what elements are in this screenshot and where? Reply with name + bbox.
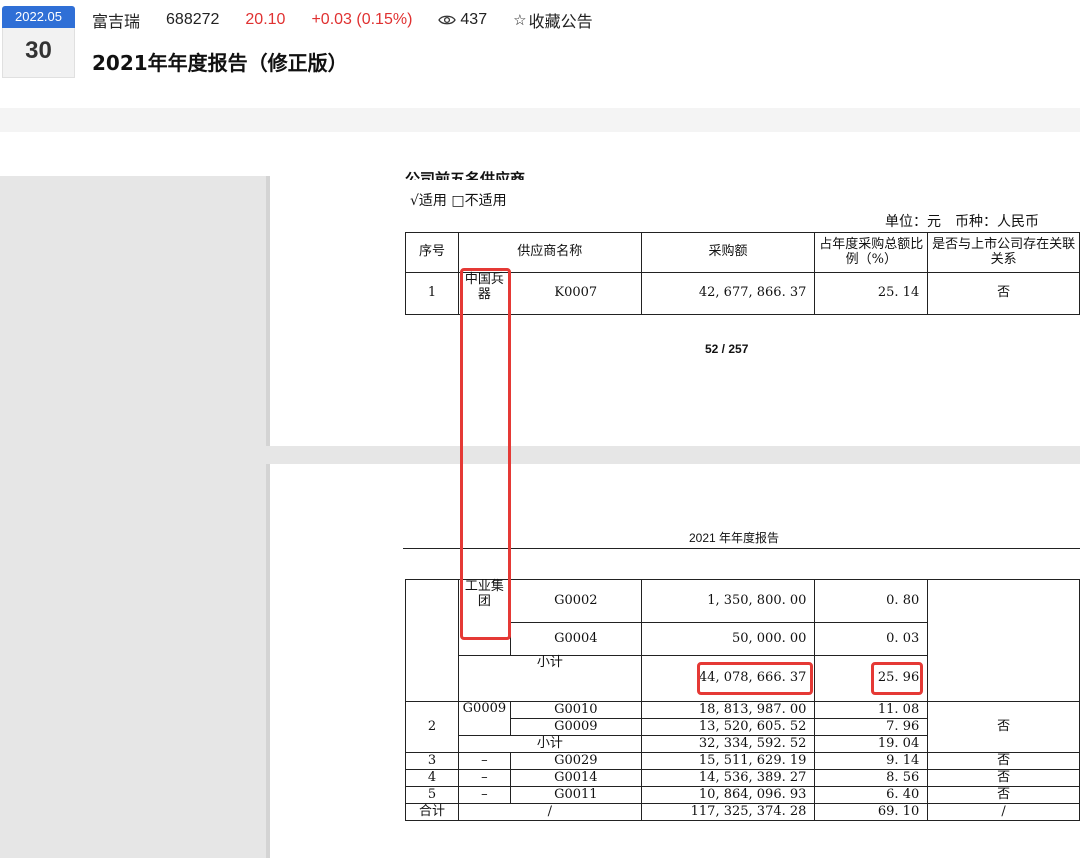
unit-line: 单位：元 币种：人民币 xyxy=(885,214,1039,230)
cell-group: – xyxy=(457,752,511,770)
cell-group: – xyxy=(457,786,511,804)
cell-amount: 10, 864, 096. 93 xyxy=(640,786,816,804)
page-edge xyxy=(266,464,270,858)
cell-code: G0009 xyxy=(509,718,642,736)
cell-group: / xyxy=(457,803,642,821)
cell-no xyxy=(405,579,459,702)
cell-amount: 13, 520, 605. 52 xyxy=(640,718,816,736)
cell-pct: 0. 03 xyxy=(814,622,929,656)
cell-pct: 8. 56 xyxy=(814,769,929,787)
page-gap xyxy=(268,446,1080,464)
cell-code: G0011 xyxy=(509,786,642,804)
stock-price: 20.10 xyxy=(245,11,286,28)
date-badge: 2022.05 30 xyxy=(2,6,75,78)
cell-group: – xyxy=(457,769,511,787)
cell-related: 否 xyxy=(927,752,1080,770)
date-month: 2022.05 xyxy=(2,6,75,28)
table-row: 3 – G0029 15, 511, 629. 19 9. 14 否 xyxy=(405,752,1080,770)
cell-pct: 69. 10 xyxy=(814,803,929,821)
cell-pct: 7. 96 xyxy=(814,718,929,736)
header-cell: 是否与上市公司存在关联关系 xyxy=(927,232,1080,273)
price-change: +0.03 (0.15%) xyxy=(311,11,413,28)
cell-no: 2 xyxy=(405,701,459,753)
toolbar-strip xyxy=(0,108,1080,132)
cell-amount: 14, 536, 389. 27 xyxy=(640,769,816,787)
cell-code: G0029 xyxy=(509,752,642,770)
cell-subtotal-label: 小计 xyxy=(457,655,642,702)
cell-related: 否 xyxy=(927,769,1080,787)
cell-pct: 6. 40 xyxy=(814,786,929,804)
header-cell: 供应商名称 xyxy=(457,232,642,273)
company-name[interactable]: 富吉瑞 xyxy=(92,8,140,32)
cell-code: G0010 xyxy=(509,701,642,719)
cell-related xyxy=(927,579,1080,702)
table-row: 工业集团 G0002 1, 350, 800. 00 0. 80 xyxy=(405,579,1080,702)
cell-code: K0007 xyxy=(509,272,642,315)
cell-no: 4 xyxy=(405,769,459,787)
favorite-button[interactable]: ☆ 收藏公告 xyxy=(513,8,592,32)
cell-code: G0014 xyxy=(509,769,642,787)
cell-related: 否 xyxy=(927,786,1080,804)
cell-pct: 19. 04 xyxy=(814,735,929,753)
page-number: 52 / 257 xyxy=(705,342,749,356)
section-heading: 公司前五名供应商 xyxy=(405,170,526,180)
cell-amount: 32, 334, 592. 52 xyxy=(640,735,816,753)
favorite-label: 收藏公告 xyxy=(528,14,593,31)
cell-group: 工业集团 xyxy=(457,579,511,656)
cell-no: 1 xyxy=(405,272,459,315)
cell-pct: 25. 14 xyxy=(814,272,929,315)
cell-amount: 18, 813, 987. 00 xyxy=(640,701,816,719)
cell-related: / xyxy=(927,803,1080,821)
cell-pct: 9. 14 xyxy=(814,752,929,770)
total-row: 合计 / 117, 325, 374. 28 69. 10 / xyxy=(405,803,1080,821)
cell-code: G0002 xyxy=(509,579,642,623)
applicable-line: √适用 □不适用 xyxy=(410,193,507,209)
cell-amount: 42, 677, 866. 37 xyxy=(640,272,816,315)
view-count: 437 xyxy=(438,11,487,29)
cell-pct: 0. 80 xyxy=(814,579,929,623)
cell-no: 3 xyxy=(405,752,459,770)
cell-code: G0004 xyxy=(509,622,642,656)
viewer-background xyxy=(0,176,268,858)
stock-info-row: 富吉瑞 688272 20.10 +0.03 (0.15%) 437 ☆ 收藏公… xyxy=(92,8,619,32)
header-cell: 序号 xyxy=(405,232,459,273)
cell-pct: 25. 96 xyxy=(814,655,929,702)
page-edge xyxy=(266,176,270,446)
date-day: 30 xyxy=(2,28,75,78)
cell-amount: 1, 350, 800. 00 xyxy=(640,579,816,623)
eye-icon xyxy=(438,15,457,25)
table-row: 5 – G0011 10, 864, 096. 93 6. 40 否 xyxy=(405,786,1080,804)
cell-related: 否 xyxy=(927,701,1080,753)
table-row: 2 G0009 G0010 18, 813, 987. 00 11. 08 否 xyxy=(405,701,1080,753)
cell-group: 中国兵器 xyxy=(457,272,511,315)
header-rule xyxy=(403,548,1080,549)
cell-amount: 15, 511, 629. 19 xyxy=(640,752,816,770)
supplier-table-part2: 工业集团 G0002 1, 350, 800. 00 0. 80 G0004 5… xyxy=(405,579,1080,821)
supplier-table-part1: 序号 供应商名称 采购额 占年度采购总额比例（%） 是否与上市公司存在关联关系 … xyxy=(405,232,1080,315)
table-row: 4 – G0014 14, 536, 389. 27 8. 56 否 xyxy=(405,769,1080,787)
cell-subtotal-label: 小计 xyxy=(457,735,642,753)
cell-related: 否 xyxy=(927,272,1080,315)
stock-code[interactable]: 688272 xyxy=(166,11,219,29)
cell-group: G0009 xyxy=(457,701,511,736)
header-cell: 采购额 xyxy=(640,232,816,273)
cell-amount: 117, 325, 374. 28 xyxy=(640,803,816,821)
page-running-header: 2021 年年度报告 xyxy=(689,531,780,545)
report-title: 2021年年度报告（修正版） xyxy=(92,51,348,75)
header-cell: 占年度采购总额比例（%） xyxy=(814,232,929,273)
view-count-value: 437 xyxy=(460,11,488,28)
cell-no: 5 xyxy=(405,786,459,804)
cell-total-label: 合计 xyxy=(405,803,459,821)
table-row: 1 中国兵器 K0007 42, 677, 866. 37 25. 14 否 xyxy=(405,272,1080,315)
cell-pct: 11. 08 xyxy=(814,701,929,719)
star-icon: ☆ xyxy=(513,12,527,29)
cell-amount: 44, 078, 666. 37 xyxy=(640,655,816,702)
cell-amount: 50, 000. 00 xyxy=(640,622,816,656)
table-header-row: 序号 供应商名称 采购额 占年度采购总额比例（%） 是否与上市公司存在关联关系 xyxy=(405,232,1080,273)
